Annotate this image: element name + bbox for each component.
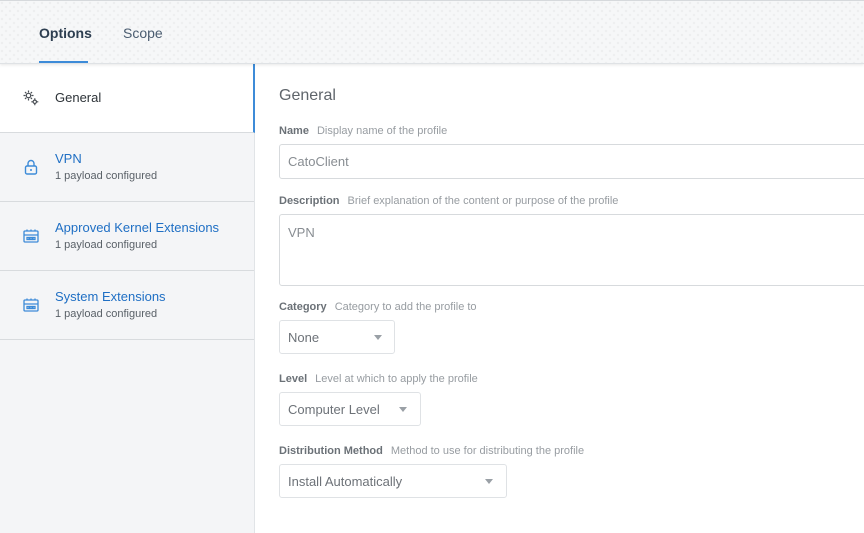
sidebar-item-sublabel: 1 payload configured xyxy=(55,308,158,320)
name-input[interactable] xyxy=(279,144,864,179)
distribution-field-label: Distribution Method Method to use for dis… xyxy=(279,445,584,457)
page-title: General xyxy=(279,87,336,104)
extension-icon xyxy=(23,298,39,312)
gears-icon xyxy=(23,90,39,106)
description-field-label: Description Brief explanation of the cont… xyxy=(279,195,618,207)
sidebar-item-system-extensions[interactable]: System Extensions 1 payload configured xyxy=(0,271,254,340)
sidebar-item-general[interactable]: General xyxy=(0,64,255,133)
level-select[interactable]: Computer Level xyxy=(279,392,421,426)
general-form: General Name Display name of the profile … xyxy=(255,64,864,533)
sidebar-item-sublabel: 1 payload configured xyxy=(55,239,158,251)
distribution-method-select[interactable]: Install Automatically xyxy=(279,464,507,498)
level-hint: Level at which to apply the profile xyxy=(315,373,478,385)
sidebar-item-label: System Extensions xyxy=(55,289,166,304)
payload-sidebar: General VPN 1 payload configured Approve… xyxy=(0,64,255,533)
level-field-label: Level Level at which to apply the profile xyxy=(279,373,478,385)
chevron-down-icon xyxy=(374,335,382,340)
level-select-value: Computer Level xyxy=(288,402,380,417)
distribution-label: Distribution Method xyxy=(279,445,383,457)
chevron-down-icon xyxy=(399,407,407,412)
lock-icon xyxy=(24,159,38,175)
category-label: Category xyxy=(279,301,327,313)
level-label: Level xyxy=(279,373,308,385)
description-input[interactable]: VPN xyxy=(279,214,864,286)
name-label: Name xyxy=(279,125,309,137)
chevron-down-icon xyxy=(485,479,493,484)
distribution-hint: Method to use for distributing the profi… xyxy=(390,445,585,457)
description-label: Description xyxy=(279,195,340,207)
tab-options[interactable]: Options xyxy=(39,25,92,63)
category-select-value: None xyxy=(288,330,320,345)
sidebar-item-label: Approved Kernel Extensions xyxy=(55,220,220,235)
category-field-label: Category Category to add the profile to xyxy=(279,301,477,313)
sidebar-item-label: VPN xyxy=(55,151,82,166)
sidebar-item-label: General xyxy=(55,90,102,105)
top-tab-bar: Options Scope xyxy=(0,0,864,64)
tab-scope[interactable]: Scope xyxy=(123,25,163,63)
sidebar-item-approved-kernel-extensions[interactable]: Approved Kernel Extensions 1 payload con… xyxy=(0,202,254,271)
description-hint: Brief explanation of the content or purp… xyxy=(347,195,619,207)
distribution-select-value: Install Automatically xyxy=(288,474,403,489)
name-hint: Display name of the profile xyxy=(316,125,448,137)
name-field-label: Name Display name of the profile xyxy=(279,125,447,137)
extension-icon xyxy=(23,229,39,243)
sidebar-item-vpn[interactable]: VPN 1 payload configured xyxy=(0,133,254,202)
sidebar-item-sublabel: 1 payload configured xyxy=(55,170,158,182)
category-hint: Category to add the profile to xyxy=(334,301,477,313)
category-select[interactable]: None xyxy=(279,320,395,354)
